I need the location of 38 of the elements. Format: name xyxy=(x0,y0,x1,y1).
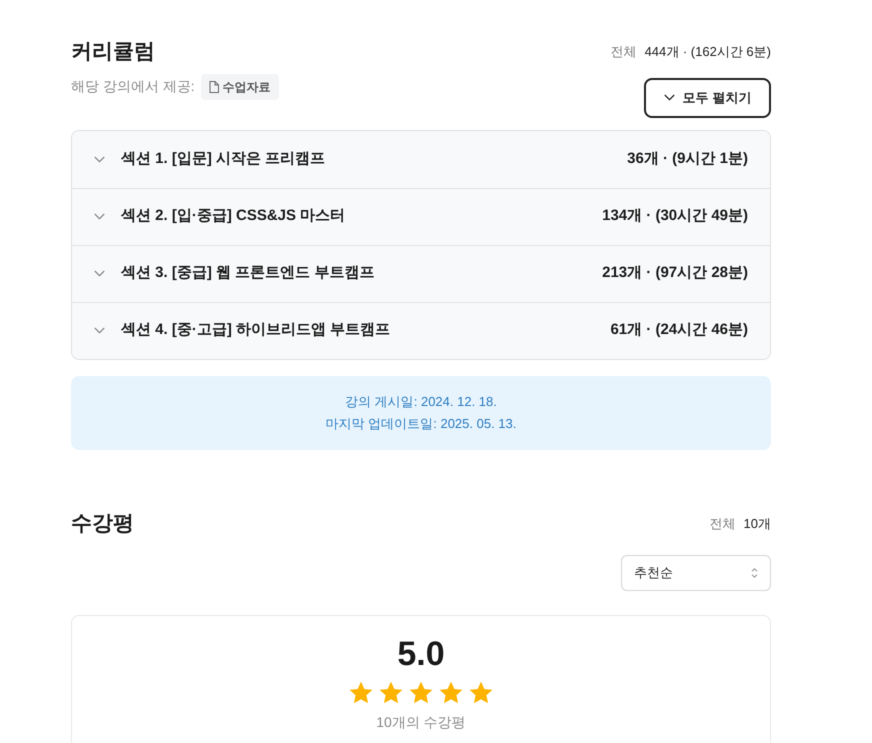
section-row[interactable]: 섹션 1. [입문] 시작은 프리캠프 36개 · (9시간 1분) xyxy=(72,130,770,188)
section-row[interactable]: 섹션 2. [입·중급] CSS&JS 마스터 134개 · (30시간 49분) xyxy=(72,188,770,244)
rating-score: 5.0 xyxy=(397,634,445,674)
expand-all-button[interactable]: 모두 펼치기 xyxy=(644,78,771,118)
document-icon xyxy=(208,80,219,92)
section-title: 수강평 xyxy=(71,510,134,536)
chevron-down-icon xyxy=(94,156,105,162)
review-count: 10개의 수강평 xyxy=(376,713,466,732)
sort-arrows-icon xyxy=(751,568,758,578)
section-summary: 134개 · (30시간 49분) xyxy=(602,206,748,226)
section-row[interactable]: 섹션 4. [중·고급] 하이브리드앱 부트캠프 61개 · (24시간 46분) xyxy=(72,302,770,358)
chevron-down-icon xyxy=(94,327,105,334)
material-tag: 수업자료 xyxy=(200,74,279,100)
sort-dropdown[interactable]: 추천순 xyxy=(621,555,771,591)
section-title: 섹션 1. [입문] 시작은 프리캠프 xyxy=(121,148,326,169)
section-summary: 213개 · (97시간 28분) xyxy=(602,263,748,284)
total-label: 전체 xyxy=(710,514,736,532)
date-text: 마지막 업데이트일: 2025. 05. 13. xyxy=(326,415,516,433)
section-title: 섹션 2. [입·중급] CSS&JS 마스터 xyxy=(121,206,346,226)
star-icon xyxy=(438,680,464,706)
section-summary: 36개 · (9시간 1분) xyxy=(627,148,748,169)
chevron-down-icon xyxy=(664,94,675,101)
chevron-down-icon xyxy=(94,213,105,220)
section-title: 섹션 3. [중급] 웹 프론트엔드 부트캠프 xyxy=(121,263,374,284)
star-icon xyxy=(348,680,374,706)
date-text: 강의 게시일: 2024. 12. 18. xyxy=(345,392,497,410)
total-value: 444개 · (162시간 6분) xyxy=(644,43,771,61)
star-icon xyxy=(408,680,434,706)
chevron-down-icon xyxy=(94,270,105,277)
section-summary: 61개 · (24시간 46분) xyxy=(610,320,748,340)
total-value: 10개 xyxy=(744,514,771,532)
section-row[interactable]: 섹션 3. [중급] 웹 프론트엔드 부트캠프 213개 · (97시간 28분) xyxy=(72,244,770,302)
star-icon xyxy=(378,680,404,706)
total-label: 전체 xyxy=(610,43,637,61)
section-title: 섹션 4. [중·고급] 하이브리드앱 부트캠프 xyxy=(121,320,390,340)
star-icon xyxy=(468,680,494,706)
provided-label: 해당 강의에서 제공: xyxy=(71,77,195,96)
section-title: 커리큘럼 xyxy=(71,39,155,65)
